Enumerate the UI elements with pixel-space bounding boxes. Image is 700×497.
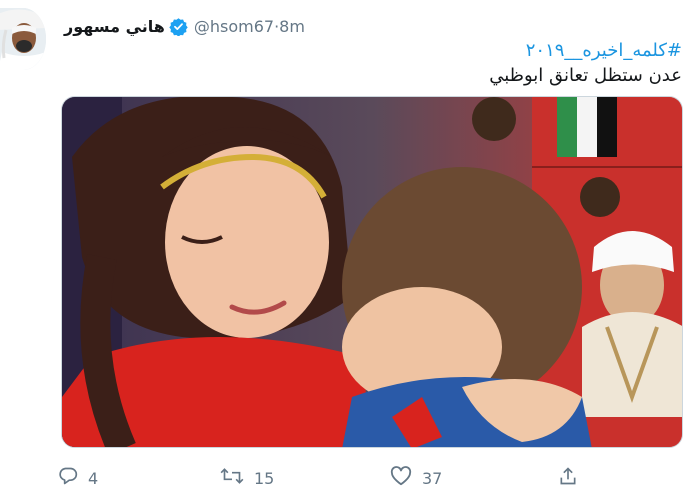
heart-icon <box>390 466 412 490</box>
tweet-header: هاني مسهور @hsom67 · 8m <box>64 14 305 38</box>
author-handle[interactable]: @hsom67 <box>194 17 274 36</box>
reply-count: 4 <box>88 468 99 488</box>
tweet-body: عدن ستظل تعانق ابوظبي <box>489 65 682 86</box>
retweet-button[interactable]: 15 <box>220 464 274 492</box>
avatar[interactable] <box>0 8 46 70</box>
author-name[interactable]: هاني مسهور <box>64 17 165 36</box>
tweet-time[interactable]: 8m <box>279 17 305 36</box>
tweet-photo[interactable] <box>61 96 683 448</box>
retweet-count: 15 <box>254 468 275 488</box>
reply-button[interactable]: 4 <box>58 464 98 492</box>
share-icon <box>558 465 578 491</box>
share-button[interactable] <box>558 464 578 492</box>
verified-badge-icon <box>169 17 188 37</box>
hashtag-link[interactable]: #كلمه_اخيره__٢٠١٩ <box>489 38 682 63</box>
tweet-actions: 4 15 37 <box>58 464 588 492</box>
like-button[interactable]: 37 <box>390 464 442 492</box>
reply-icon <box>58 466 78 490</box>
retweet-icon <box>220 466 244 490</box>
like-count: 37 <box>422 468 443 488</box>
tweet: هاني مسهور @hsom67 · 8m #كلمه_اخيره__٢٠١… <box>0 0 700 497</box>
tweet-text: #كلمه_اخيره__٢٠١٩ عدن ستظل تعانق ابوظبي <box>489 38 682 88</box>
